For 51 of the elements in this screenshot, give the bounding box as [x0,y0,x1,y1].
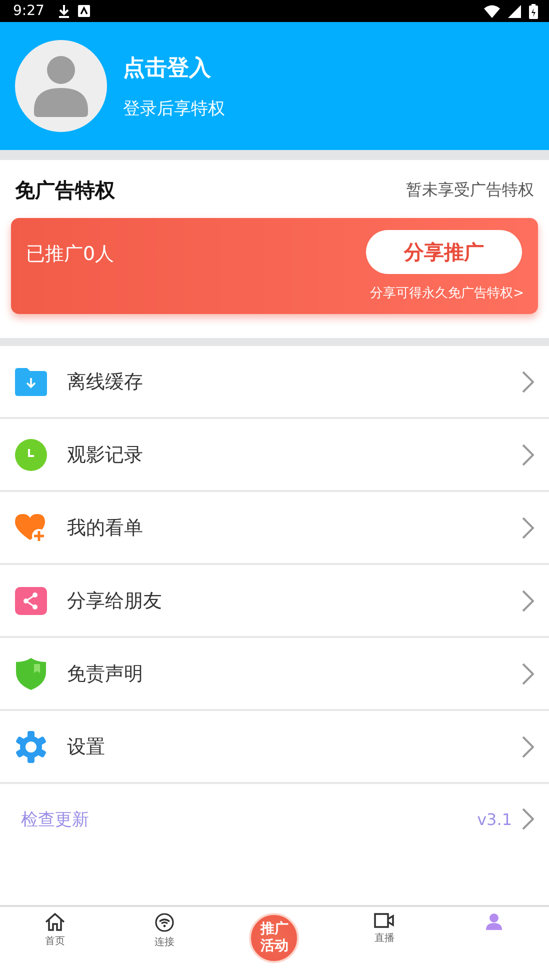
shield-icon [15,658,47,690]
menu-item[interactable]: 设置 [0,711,549,784]
menu-item[interactable]: 免责声明 [0,638,549,711]
login-hint: 登录后享特权 [123,98,225,120]
chevron-right-icon [522,590,534,612]
wifi-icon [155,913,174,932]
menu-label: 分享给朋友 [67,588,163,614]
nav-label: 连接 [154,936,175,949]
menu-item[interactable]: 我的看单 [0,492,549,565]
section-title: 免广告特权 [15,177,115,204]
heart-plus-icon [15,512,47,542]
promoted-count: 已推广0人 [26,242,114,267]
battery-icon [529,4,538,18]
video-camera-icon [374,913,394,928]
chevron-right-icon [522,808,534,830]
clock-icon [15,438,47,470]
share-icon [15,586,47,614]
home-icon [44,913,65,931]
chevron-right-icon [522,516,534,538]
chevron-right-icon [522,662,534,684]
download-icon [58,4,70,18]
menu-label: 观影记录 [67,442,144,468]
menu-item[interactable]: 离线缓存 [0,346,549,419]
menu-item[interactable]: 观影记录 [0,419,549,492]
menu-label: 免责声明 [67,662,144,686]
clock: 9:27 [13,3,44,19]
chevron-right-icon [522,736,534,758]
nav-tab[interactable]: 直播 [329,907,440,945]
nav-tab[interactable]: 连接 [110,907,220,949]
update-label: 检查更新 [20,808,90,830]
chevron-right-icon [522,444,534,466]
settings-icon [15,730,47,762]
menu-item[interactable]: 分享给朋友 [0,565,549,638]
chevron-right-icon [522,370,534,392]
menu-label: 设置 [67,734,106,760]
menu-label: 离线缓存 [67,370,144,394]
nav-tab[interactable]: 首页 [0,907,110,948]
avatar-icon[interactable] [15,40,107,132]
version-text: v3.1 [477,810,512,828]
folder-icon [15,368,47,396]
promo-badge[interactable]: 推广活动 [249,913,300,963]
app-icon [78,5,90,17]
nav-label: 首页 [44,935,65,948]
menu-label: 我的看单 [67,516,144,540]
signal-icon [508,4,521,18]
share-promote-button[interactable]: 分享推广 [366,230,522,274]
wifi-icon [484,4,500,18]
nav-label: 直播 [374,932,394,945]
privilege-status: 暂未享受广告特权 [406,180,534,201]
person-icon [485,913,504,931]
nav-tab[interactable]: 推广活动 [220,907,330,963]
